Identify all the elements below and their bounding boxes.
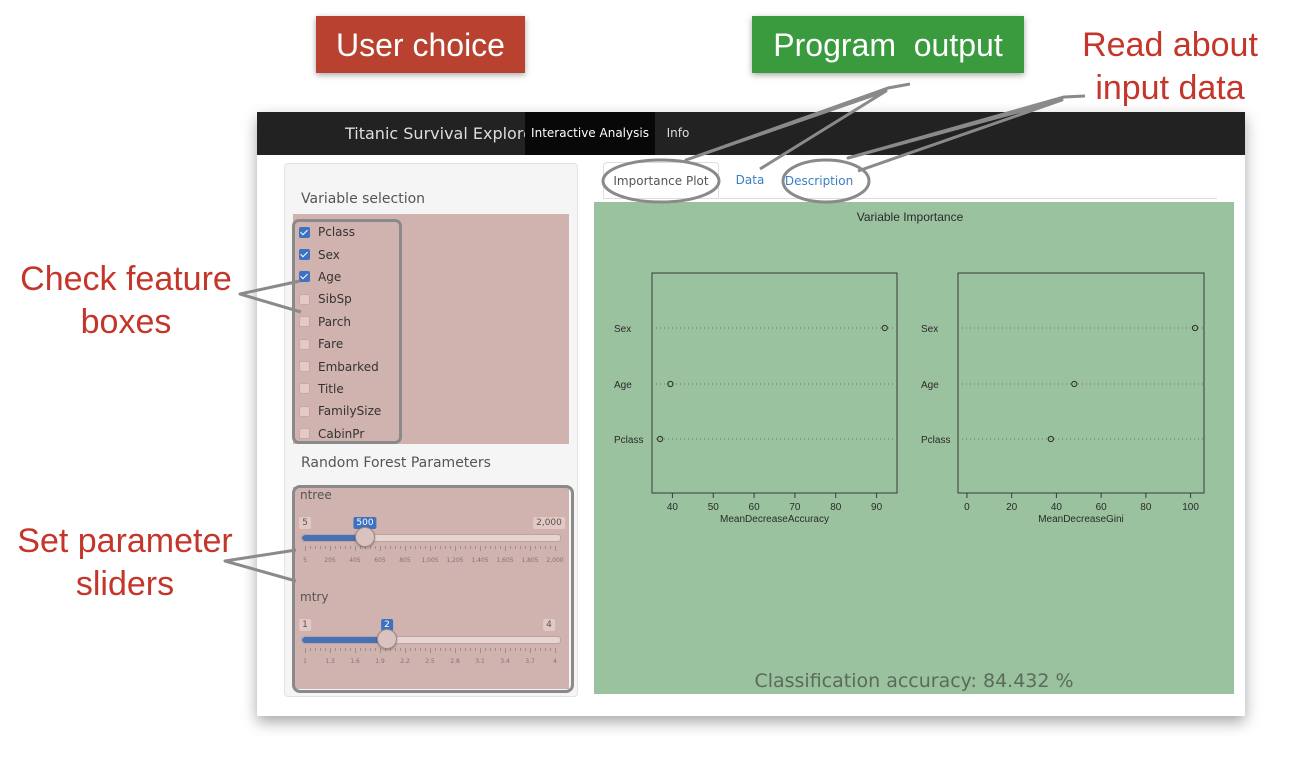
rf-params-title: Random Forest Parameters: [301, 455, 491, 471]
x-tick-label: 20: [1006, 502, 1018, 513]
program-output-label: Program output: [773, 26, 1003, 63]
check-feature-line2: boxes: [80, 303, 172, 341]
x-tick-label: 0: [964, 502, 970, 513]
x-tick-label: 90: [871, 502, 883, 513]
tab-data[interactable]: Data: [725, 162, 775, 198]
importance-chart: Variable Importance Sex Age Pclass 40 50 60 70 8…: [614, 210, 1205, 525]
program-output-callout: Program output: [752, 16, 1024, 73]
check-feature-line1: Check feature: [20, 260, 232, 298]
tab-importance-plot[interactable]: Importance Plot: [603, 162, 719, 198]
slider-outline: [292, 485, 574, 693]
data-point-sex: [1191, 324, 1199, 332]
x-axis-label: MeanDecreaseGini: [1038, 514, 1124, 525]
x-tick-label: 80: [830, 502, 842, 513]
category-label-pclass: Pclass: [614, 435, 643, 446]
chart-frame: [957, 272, 1205, 494]
category-label-sex: Sex: [921, 324, 938, 335]
navbar: Titanic Survival Explorer Interactive An…: [257, 112, 1245, 155]
x-tick-label: 40: [667, 502, 679, 513]
variable-selection-title: Variable selection: [301, 191, 426, 207]
category-label-sex: Sex: [614, 324, 631, 335]
x-tick-label: 80: [1140, 502, 1152, 513]
checkbox-outline: [292, 219, 402, 444]
nav-tab-interactive-analysis[interactable]: Interactive Analysis: [525, 112, 655, 155]
app-brand[interactable]: Titanic Survival Explorer: [345, 112, 539, 155]
read-about-callout: Read about input data: [1068, 24, 1272, 110]
nav-tab-info[interactable]: Info: [657, 112, 699, 155]
set-params-callout: Set parameter sliders: [6, 520, 244, 606]
classification-accuracy: Classification accuracy: 84.432 %: [754, 670, 1074, 692]
x-tick-label: 50: [708, 502, 720, 513]
read-about-line1: Read about: [1082, 26, 1258, 64]
user-choice-callout: User choice: [316, 16, 525, 73]
category-label-age: Age: [614, 380, 632, 391]
app-window: Titanic Survival Explorer Interactive An…: [257, 112, 1245, 716]
category-label-age: Age: [921, 380, 939, 391]
read-about-line2: input data: [1095, 69, 1245, 107]
check-feature-callout: Check feature boxes: [8, 258, 244, 344]
x-tick-label: 60: [749, 502, 761, 513]
set-params-line1: Set parameter: [17, 522, 233, 560]
main-tabs: Importance Plot Data: [603, 162, 1217, 199]
chart-title: Variable Importance: [857, 210, 964, 224]
output-panel: Variable Importance Sex Age Pclass 40 50 60 70 8…: [594, 202, 1234, 694]
x-tick-label: 70: [789, 502, 801, 513]
category-label-pclass: Pclass: [921, 435, 950, 446]
set-params-line2: sliders: [75, 565, 175, 603]
chart-frame: [651, 272, 898, 494]
x-tick-label: 40: [1051, 502, 1063, 513]
x-tick-label: 100: [1182, 502, 1199, 513]
x-tick-label: 60: [1096, 502, 1108, 513]
sidebar-panel: Variable selection Pclass Sex Age SibSp Parc…: [284, 163, 578, 697]
x-axis-label: MeanDecreaseAccuracy: [720, 514, 829, 525]
